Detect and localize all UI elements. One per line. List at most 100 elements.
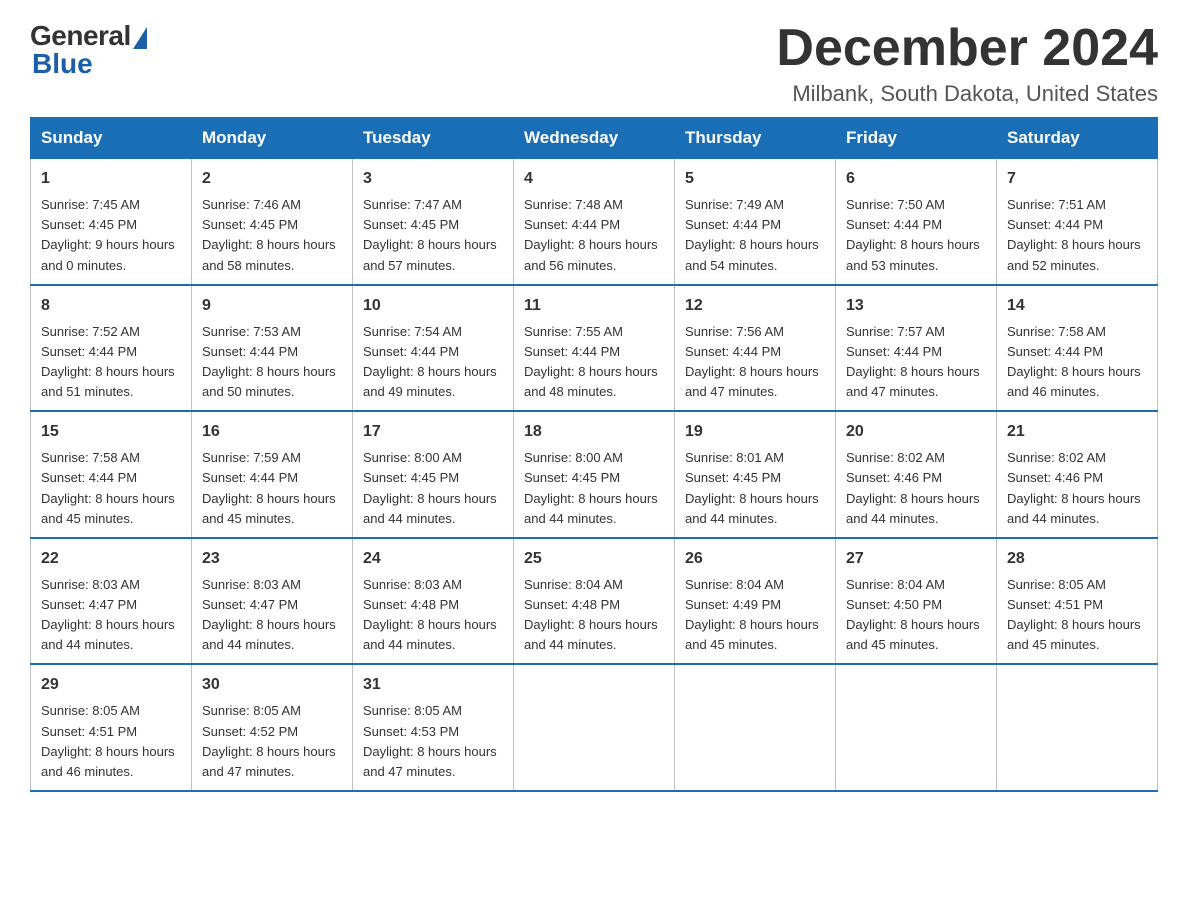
calendar-cell: 17 Sunrise: 8:00 AMSunset: 4:45 PMDaylig… bbox=[353, 411, 514, 538]
calendar-cell: 21 Sunrise: 8:02 AMSunset: 4:46 PMDaylig… bbox=[997, 411, 1158, 538]
day-number: 16 bbox=[202, 420, 342, 444]
day-info: Sunrise: 7:58 AMSunset: 4:44 PMDaylight:… bbox=[1007, 322, 1147, 403]
day-info: Sunrise: 8:02 AMSunset: 4:46 PMDaylight:… bbox=[1007, 448, 1147, 529]
day-number: 1 bbox=[41, 167, 181, 191]
day-info: Sunrise: 8:02 AMSunset: 4:46 PMDaylight:… bbox=[846, 448, 986, 529]
day-info: Sunrise: 7:58 AMSunset: 4:44 PMDaylight:… bbox=[41, 448, 181, 529]
day-info: Sunrise: 8:04 AMSunset: 4:49 PMDaylight:… bbox=[685, 575, 825, 656]
day-info: Sunrise: 7:46 AMSunset: 4:45 PMDaylight:… bbox=[202, 195, 342, 276]
calendar-cell: 30 Sunrise: 8:05 AMSunset: 4:52 PMDaylig… bbox=[192, 664, 353, 791]
calendar-week-2: 8 Sunrise: 7:52 AMSunset: 4:44 PMDayligh… bbox=[31, 285, 1158, 412]
calendar-cell bbox=[514, 664, 675, 791]
calendar-cell: 7 Sunrise: 7:51 AMSunset: 4:44 PMDayligh… bbox=[997, 159, 1158, 285]
calendar-cell: 31 Sunrise: 8:05 AMSunset: 4:53 PMDaylig… bbox=[353, 664, 514, 791]
day-number: 26 bbox=[685, 547, 825, 571]
day-info: Sunrise: 8:05 AMSunset: 4:53 PMDaylight:… bbox=[363, 701, 503, 782]
calendar-cell: 5 Sunrise: 7:49 AMSunset: 4:44 PMDayligh… bbox=[675, 159, 836, 285]
day-info: Sunrise: 7:56 AMSunset: 4:44 PMDaylight:… bbox=[685, 322, 825, 403]
calendar-cell: 20 Sunrise: 8:02 AMSunset: 4:46 PMDaylig… bbox=[836, 411, 997, 538]
header-monday: Monday bbox=[192, 118, 353, 159]
day-number: 19 bbox=[685, 420, 825, 444]
calendar-cell: 22 Sunrise: 8:03 AMSunset: 4:47 PMDaylig… bbox=[31, 538, 192, 665]
logo-arrow-icon bbox=[133, 27, 147, 49]
day-number: 11 bbox=[524, 294, 664, 318]
day-info: Sunrise: 7:45 AMSunset: 4:45 PMDaylight:… bbox=[41, 195, 181, 276]
day-info: Sunrise: 8:01 AMSunset: 4:45 PMDaylight:… bbox=[685, 448, 825, 529]
calendar-cell: 28 Sunrise: 8:05 AMSunset: 4:51 PMDaylig… bbox=[997, 538, 1158, 665]
calendar-cell: 6 Sunrise: 7:50 AMSunset: 4:44 PMDayligh… bbox=[836, 159, 997, 285]
calendar-cell: 24 Sunrise: 8:03 AMSunset: 4:48 PMDaylig… bbox=[353, 538, 514, 665]
day-number: 30 bbox=[202, 673, 342, 697]
calendar-cell: 27 Sunrise: 8:04 AMSunset: 4:50 PMDaylig… bbox=[836, 538, 997, 665]
day-number: 21 bbox=[1007, 420, 1147, 444]
day-info: Sunrise: 8:05 AMSunset: 4:52 PMDaylight:… bbox=[202, 701, 342, 782]
title-block: December 2024 Milbank, South Dakota, Uni… bbox=[776, 20, 1158, 107]
day-number: 5 bbox=[685, 167, 825, 191]
calendar-cell: 23 Sunrise: 8:03 AMSunset: 4:47 PMDaylig… bbox=[192, 538, 353, 665]
calendar-cell: 9 Sunrise: 7:53 AMSunset: 4:44 PMDayligh… bbox=[192, 285, 353, 412]
day-number: 18 bbox=[524, 420, 664, 444]
calendar-cell: 8 Sunrise: 7:52 AMSunset: 4:44 PMDayligh… bbox=[31, 285, 192, 412]
day-info: Sunrise: 8:03 AMSunset: 4:48 PMDaylight:… bbox=[363, 575, 503, 656]
day-info: Sunrise: 8:00 AMSunset: 4:45 PMDaylight:… bbox=[524, 448, 664, 529]
day-number: 2 bbox=[202, 167, 342, 191]
header-sunday: Sunday bbox=[31, 118, 192, 159]
day-info: Sunrise: 7:54 AMSunset: 4:44 PMDaylight:… bbox=[363, 322, 503, 403]
day-number: 7 bbox=[1007, 167, 1147, 191]
calendar-cell: 25 Sunrise: 8:04 AMSunset: 4:48 PMDaylig… bbox=[514, 538, 675, 665]
calendar-cell: 12 Sunrise: 7:56 AMSunset: 4:44 PMDaylig… bbox=[675, 285, 836, 412]
day-number: 25 bbox=[524, 547, 664, 571]
day-info: Sunrise: 7:52 AMSunset: 4:44 PMDaylight:… bbox=[41, 322, 181, 403]
day-number: 20 bbox=[846, 420, 986, 444]
calendar-cell: 14 Sunrise: 7:58 AMSunset: 4:44 PMDaylig… bbox=[997, 285, 1158, 412]
day-info: Sunrise: 8:05 AMSunset: 4:51 PMDaylight:… bbox=[1007, 575, 1147, 656]
day-number: 10 bbox=[363, 294, 503, 318]
calendar-week-5: 29 Sunrise: 8:05 AMSunset: 4:51 PMDaylig… bbox=[31, 664, 1158, 791]
day-number: 14 bbox=[1007, 294, 1147, 318]
day-number: 28 bbox=[1007, 547, 1147, 571]
day-info: Sunrise: 8:03 AMSunset: 4:47 PMDaylight:… bbox=[41, 575, 181, 656]
calendar-cell: 1 Sunrise: 7:45 AMSunset: 4:45 PMDayligh… bbox=[31, 159, 192, 285]
calendar-cell: 3 Sunrise: 7:47 AMSunset: 4:45 PMDayligh… bbox=[353, 159, 514, 285]
page-header: General Blue December 2024 Milbank, Sout… bbox=[30, 20, 1158, 107]
day-info: Sunrise: 7:51 AMSunset: 4:44 PMDaylight:… bbox=[1007, 195, 1147, 276]
calendar-cell: 16 Sunrise: 7:59 AMSunset: 4:44 PMDaylig… bbox=[192, 411, 353, 538]
day-info: Sunrise: 7:49 AMSunset: 4:44 PMDaylight:… bbox=[685, 195, 825, 276]
calendar-cell bbox=[836, 664, 997, 791]
calendar-cell bbox=[997, 664, 1158, 791]
month-title: December 2024 bbox=[776, 20, 1158, 77]
header-tuesday: Tuesday bbox=[353, 118, 514, 159]
day-info: Sunrise: 7:55 AMSunset: 4:44 PMDaylight:… bbox=[524, 322, 664, 403]
location-subtitle: Milbank, South Dakota, United States bbox=[776, 81, 1158, 107]
day-number: 24 bbox=[363, 547, 503, 571]
calendar-cell: 11 Sunrise: 7:55 AMSunset: 4:44 PMDaylig… bbox=[514, 285, 675, 412]
day-info: Sunrise: 7:57 AMSunset: 4:44 PMDaylight:… bbox=[846, 322, 986, 403]
calendar-cell: 29 Sunrise: 8:05 AMSunset: 4:51 PMDaylig… bbox=[31, 664, 192, 791]
day-number: 12 bbox=[685, 294, 825, 318]
header-thursday: Thursday bbox=[675, 118, 836, 159]
day-number: 3 bbox=[363, 167, 503, 191]
day-info: Sunrise: 7:47 AMSunset: 4:45 PMDaylight:… bbox=[363, 195, 503, 276]
day-number: 22 bbox=[41, 547, 181, 571]
day-number: 15 bbox=[41, 420, 181, 444]
day-number: 8 bbox=[41, 294, 181, 318]
calendar-table: Sunday Monday Tuesday Wednesday Thursday… bbox=[30, 117, 1158, 792]
calendar-cell: 13 Sunrise: 7:57 AMSunset: 4:44 PMDaylig… bbox=[836, 285, 997, 412]
calendar-cell: 18 Sunrise: 8:00 AMSunset: 4:45 PMDaylig… bbox=[514, 411, 675, 538]
calendar-cell: 2 Sunrise: 7:46 AMSunset: 4:45 PMDayligh… bbox=[192, 159, 353, 285]
day-number: 23 bbox=[202, 547, 342, 571]
day-number: 27 bbox=[846, 547, 986, 571]
day-info: Sunrise: 8:04 AMSunset: 4:48 PMDaylight:… bbox=[524, 575, 664, 656]
calendar-cell bbox=[675, 664, 836, 791]
day-number: 31 bbox=[363, 673, 503, 697]
header-wednesday: Wednesday bbox=[514, 118, 675, 159]
day-info: Sunrise: 7:53 AMSunset: 4:44 PMDaylight:… bbox=[202, 322, 342, 403]
calendar-week-3: 15 Sunrise: 7:58 AMSunset: 4:44 PMDaylig… bbox=[31, 411, 1158, 538]
calendar-week-1: 1 Sunrise: 7:45 AMSunset: 4:45 PMDayligh… bbox=[31, 159, 1158, 285]
day-info: Sunrise: 7:48 AMSunset: 4:44 PMDaylight:… bbox=[524, 195, 664, 276]
day-info: Sunrise: 7:59 AMSunset: 4:44 PMDaylight:… bbox=[202, 448, 342, 529]
calendar-cell: 26 Sunrise: 8:04 AMSunset: 4:49 PMDaylig… bbox=[675, 538, 836, 665]
header-friday: Friday bbox=[836, 118, 997, 159]
day-info: Sunrise: 8:04 AMSunset: 4:50 PMDaylight:… bbox=[846, 575, 986, 656]
day-number: 29 bbox=[41, 673, 181, 697]
